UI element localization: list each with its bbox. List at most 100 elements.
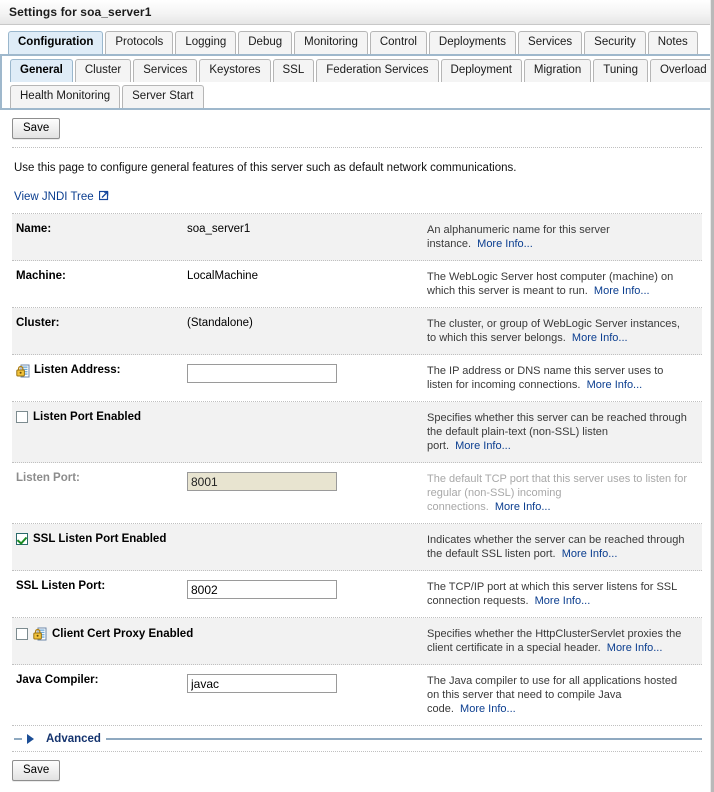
more-info-link[interactable]: More Info...	[495, 501, 551, 513]
subtab-services[interactable]: Services	[133, 59, 197, 82]
more-info-link[interactable]: More Info...	[535, 595, 591, 607]
row-label-cell: Listen Address:	[12, 364, 187, 378]
row-label-cell: Machine:	[12, 270, 187, 282]
more-info-link[interactable]: More Info...	[587, 379, 643, 391]
page-title: Settings for soa_server1	[0, 0, 714, 25]
view-jndi-tree-label: View JNDI Tree	[14, 191, 94, 203]
settings-row: Java Compiler: The Java compiler to use f…	[12, 665, 702, 726]
subtab-migration[interactable]: Migration	[524, 59, 591, 82]
checkbox-listen-port-enabled[interactable]	[16, 411, 28, 423]
row-label: Cluster:	[16, 317, 59, 329]
advanced-rule	[106, 738, 702, 740]
input-listen-address[interactable]	[187, 364, 337, 383]
row-description-cell: The Java compiler to use for all applica…	[427, 674, 702, 716]
secondary-tab-bar-row1: GeneralClusterServicesKeystoresSSLFedera…	[2, 56, 714, 82]
primary-tab-bar: ConfigurationProtocolsLoggingDebugMonito…	[0, 28, 714, 54]
more-info-link[interactable]: More Info...	[455, 440, 511, 452]
more-info-link[interactable]: More Info...	[460, 703, 516, 715]
more-info-link[interactable]: More Info...	[477, 238, 533, 250]
subtab-tuning[interactable]: Tuning	[593, 59, 648, 82]
lock-page-icon	[33, 627, 47, 641]
row-label: SSL Listen Port:	[16, 580, 105, 592]
row-static-value: (Standalone)	[187, 317, 253, 329]
subtab-overload[interactable]: Overload	[650, 59, 714, 82]
row-static-value: soa_server1	[187, 223, 250, 235]
subtab-ssl[interactable]: SSL	[273, 59, 315, 82]
tab-logging[interactable]: Logging	[175, 31, 236, 54]
settings-row: Listen Address:The IP address or DNS nam…	[12, 355, 702, 402]
row-description-cell: Indicates whether the server can be reac…	[427, 533, 702, 561]
advanced-label[interactable]: Advanced	[46, 733, 101, 745]
settings-row: Cluster: (Standalone) The cluster, or grou…	[12, 308, 702, 355]
row-description: The cluster, or group of WebLogic Server…	[427, 318, 680, 344]
advanced-section-header[interactable]: Advanced	[12, 726, 702, 751]
jndi-link-area: View JNDI Tree	[0, 178, 714, 213]
tab-monitoring[interactable]: Monitoring	[294, 31, 368, 54]
tab-security[interactable]: Security	[584, 31, 646, 54]
subtab-server-start[interactable]: Server Start	[122, 85, 203, 108]
secondary-tab-bar-row2: Health MonitoringServer Start	[2, 82, 714, 108]
tab-configuration[interactable]: Configuration	[8, 31, 103, 54]
settings-row: Listen Port EnabledSpecifies whether thi…	[12, 402, 702, 463]
row-label: SSL Listen Port Enabled	[33, 533, 166, 545]
tab-deployments[interactable]: Deployments	[429, 31, 516, 54]
subtab-cluster[interactable]: Cluster	[75, 59, 131, 82]
save-button-bottom[interactable]: Save	[12, 760, 60, 781]
row-description-cell: An alphanumeric name for this server ins…	[427, 223, 702, 251]
subtab-keystores[interactable]: Keystores	[199, 59, 270, 82]
view-jndi-tree-link[interactable]: View JNDI Tree	[14, 191, 110, 203]
row-description-cell: Specifies whether this server can be rea…	[427, 411, 702, 453]
row-label-cell: Listen Port:	[12, 472, 187, 484]
checkbox-client-cert-proxy-enabled[interactable]	[16, 628, 28, 640]
row-description-cell: The TCP/IP port at which this server lis…	[427, 580, 702, 608]
tab-protocols[interactable]: Protocols	[105, 31, 173, 54]
lock-page-icon	[16, 364, 30, 378]
subtab-deployment[interactable]: Deployment	[441, 59, 522, 82]
subtab-health-monitoring[interactable]: Health Monitoring	[10, 85, 120, 108]
more-info-link[interactable]: More Info...	[572, 332, 628, 344]
settings-row: SSL Listen Port: The TCP/IP port at which…	[12, 571, 702, 618]
advanced-left-dash	[14, 738, 22, 740]
row-value-cell: soa_server1	[187, 223, 427, 235]
tab-notes[interactable]: Notes	[648, 31, 698, 54]
chevron-right-icon[interactable]	[27, 734, 41, 744]
intro-text: Use this page to configure general featu…	[0, 148, 714, 178]
tab-debug[interactable]: Debug	[238, 31, 292, 54]
settings-row: Machine:LocalMachine The WebLogic Server …	[12, 261, 702, 308]
checkbox-label-cell: SSL Listen Port Enabled	[12, 533, 427, 545]
row-label: Name:	[16, 223, 51, 235]
settings-rows: Name: soa_server1 An alphanumeric name for…	[12, 213, 702, 726]
subtab-federation-services[interactable]: Federation Services	[316, 59, 438, 82]
save-bar-top: Save	[0, 110, 714, 147]
more-info-link[interactable]: More Info...	[594, 285, 650, 297]
row-description-cell: The WebLogic Server host computer (machi…	[427, 270, 702, 298]
input-listen-port	[187, 472, 337, 491]
save-bar-bottom: Save	[0, 752, 714, 789]
checkbox-label-cell: Client Cert Proxy Enabled	[12, 627, 427, 641]
row-label-cell: SSL Listen Port:	[12, 580, 187, 592]
save-button-top[interactable]: Save	[12, 118, 60, 139]
tab-services[interactable]: Services	[518, 31, 582, 54]
settings-row: Name: soa_server1 An alphanumeric name for…	[12, 214, 702, 261]
subtab-general[interactable]: General	[10, 59, 73, 82]
row-label-cell: Java Compiler:	[12, 674, 187, 686]
more-info-link[interactable]: More Info...	[607, 642, 663, 654]
settings-row: SSL Listen Port Enabled Indicates whether…	[12, 524, 702, 571]
row-value-cell	[187, 472, 427, 491]
settings-row: Listen Port: The default TCP port that th…	[12, 463, 702, 524]
row-label: Client Cert Proxy Enabled	[52, 628, 193, 640]
row-description-cell: The default TCP port that this server us…	[427, 472, 702, 514]
row-label-cell: Cluster:	[12, 317, 187, 329]
input-ssl-listen-port[interactable]	[187, 580, 337, 599]
more-info-link[interactable]: More Info...	[562, 548, 618, 560]
row-static-value: LocalMachine	[187, 270, 258, 282]
content-area: Save Use this page to configure general …	[0, 110, 714, 789]
row-description: The default TCP port that this server us…	[427, 473, 687, 513]
row-value-cell	[187, 364, 427, 383]
row-label-cell: Name:	[12, 223, 187, 235]
row-value-cell: LocalMachine	[187, 270, 427, 282]
tab-control[interactable]: Control	[370, 31, 427, 54]
checkbox-ssl-listen-port-enabled[interactable]	[16, 533, 28, 545]
input-java-compiler[interactable]	[187, 674, 337, 693]
row-label: Listen Port:	[16, 472, 80, 484]
